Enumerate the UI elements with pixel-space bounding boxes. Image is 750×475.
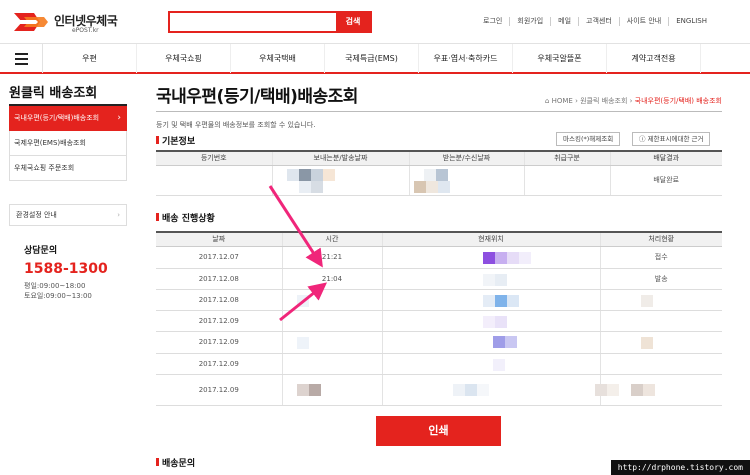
annotation-arrows xyxy=(268,185,328,322)
arrow-to-time-1 xyxy=(268,185,323,268)
arrow-to-time-2 xyxy=(279,282,328,322)
watermark: http://drphone.tistory.com xyxy=(610,460,750,475)
